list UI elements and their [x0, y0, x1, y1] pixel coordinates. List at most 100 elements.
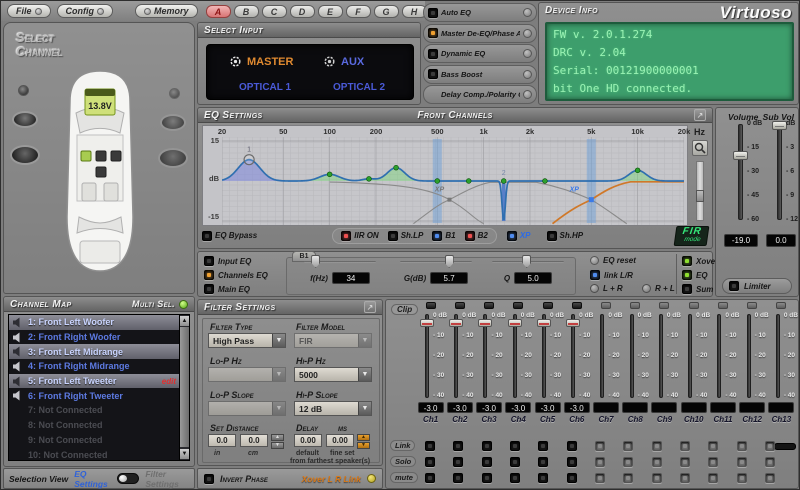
multi-sel-led[interactable]: [179, 300, 188, 309]
preset-button-d[interactable]: D: [290, 5, 315, 18]
scroll-down-icon[interactable]: ▼: [180, 449, 189, 459]
expand-icon[interactable]: ↗: [364, 301, 376, 313]
mute-checkbox-ch6[interactable]: [567, 473, 577, 483]
scrollbar-thumb[interactable]: [180, 327, 189, 447]
frequency-slider[interactable]: [304, 255, 376, 269]
show-sum-toggle[interactable]: Sum: [682, 284, 713, 294]
link-checkbox-ch1[interactable]: [425, 441, 435, 451]
select-arrow-icon[interactable]: ▼: [358, 402, 371, 415]
fader-value[interactable]: -3.0: [447, 402, 473, 413]
file-menu-button[interactable]: File: [7, 4, 51, 18]
q-slider-knob[interactable]: [522, 255, 531, 268]
fader-value[interactable]: [681, 402, 707, 413]
preset-button-c[interactable]: C: [262, 5, 287, 18]
fader-track[interactable]: [688, 314, 692, 398]
fader-value[interactable]: -3.0: [564, 402, 590, 413]
preset-button-b[interactable]: B: [234, 5, 259, 18]
fader-track[interactable]: [425, 314, 429, 398]
channels-eq-checkbox[interactable]: [204, 270, 214, 280]
input-optical1-option[interactable]: OPTICAL 1: [239, 82, 291, 93]
toggle-checkbox[interactable]: [432, 231, 442, 241]
processing-checkbox[interactable]: [428, 8, 438, 18]
distance-stepper[interactable]: ▲▼: [271, 434, 284, 447]
sub-vol-slider[interactable]: [777, 124, 782, 220]
fader-track[interactable]: [776, 314, 780, 398]
mute-checkbox-ch2[interactable]: [453, 473, 463, 483]
fader-value[interactable]: [622, 402, 648, 413]
link-checkbox-ch8[interactable]: [623, 441, 633, 451]
fader-value[interactable]: -3.0: [535, 402, 561, 413]
fader-value[interactable]: [593, 402, 619, 413]
tweeter-right-icon[interactable]: [169, 88, 180, 99]
processing-checkbox[interactable]: [428, 69, 438, 79]
filter-model-select[interactable]: FIR▼: [294, 333, 372, 348]
select-arrow-icon[interactable]: ▼: [358, 368, 371, 381]
show-sum-checkbox[interactable]: [682, 284, 692, 294]
input-eq-checkbox[interactable]: [204, 256, 214, 266]
processing-item[interactable]: Delay Comp./Polarity Check: [423, 85, 537, 104]
processing-item[interactable]: Dynamic EQ: [423, 44, 537, 63]
input-eq-toggle[interactable]: Input EQ: [204, 256, 251, 266]
distance-in-input[interactable]: 0.0: [208, 434, 236, 447]
q-slider[interactable]: [492, 255, 564, 269]
limiter-button[interactable]: Limiter: [722, 278, 792, 294]
tweeter-left-icon[interactable]: [18, 85, 29, 96]
channel-map-row[interactable]: 1: Front Left Woofer: [9, 315, 179, 330]
mute-checkbox-ch12[interactable]: [737, 473, 747, 483]
link-lr-toggle[interactable]: link L/R: [590, 270, 633, 280]
selection-view-eq-settings[interactable]: EQ Settings: [74, 469, 111, 489]
fader-track[interactable]: [542, 314, 546, 398]
link-checkbox-ch7[interactable]: [595, 441, 605, 451]
lr-radio[interactable]: L + R: [590, 284, 623, 293]
sub-vol-value[interactable]: 0.0: [766, 234, 796, 247]
delay-stepper[interactable]: ▲▼: [357, 434, 370, 447]
toggle-checkbox[interactable]: [388, 231, 398, 241]
magnifier-icon[interactable]: [692, 140, 708, 156]
fader-value[interactable]: -3.0: [505, 402, 531, 413]
solo-checkbox-ch8[interactable]: [623, 457, 633, 467]
fader-handle[interactable]: [449, 319, 463, 327]
graph-zoom-thumb[interactable]: [696, 190, 704, 202]
eq-filter-toggle-sh-hp[interactable]: Sh.HP: [547, 231, 584, 241]
solo-checkbox-ch3[interactable]: [482, 457, 492, 467]
lr-radio-button[interactable]: [590, 284, 599, 293]
channel-map-row[interactable]: 7: Not Connected: [9, 403, 179, 418]
processing-item[interactable]: Master De-EQ/Phase Align.: [423, 24, 537, 43]
selection-view-filter-settings[interactable]: Filter Settings: [145, 469, 189, 489]
selection-view-toggle[interactable]: [117, 473, 139, 484]
channel-map-row[interactable]: 3: Front Left Midrange: [9, 344, 179, 359]
eq-graph[interactable]: 15 dB -15 20501002005001k2k5k10k20k XPXP…: [202, 125, 688, 226]
solo-checkbox-ch13[interactable]: [765, 457, 775, 467]
car-top-view[interactable]: 13.8V: [50, 67, 150, 293]
solo-checkbox-ch10[interactable]: [680, 457, 690, 467]
preset-button-e[interactable]: E: [318, 5, 343, 18]
channel-map-row[interactable]: 2: Front Right Woofer: [9, 330, 179, 345]
fader-value[interactable]: [739, 402, 765, 413]
channel-map-row[interactable]: 9: Not Connected: [9, 433, 179, 448]
eq-filter-toggle-iir-on[interactable]: IIR ON: [341, 231, 378, 241]
mute-checkbox-ch5[interactable]: [538, 473, 548, 483]
fader-handle[interactable]: [478, 319, 492, 327]
graph-zoom-slider[interactable]: [696, 161, 704, 221]
fader-handle[interactable]: [508, 319, 522, 327]
eq-filter-toggle-sh-lp[interactable]: Sh.LP: [388, 231, 424, 241]
channel-map-row[interactable]: 10: Not Connected: [9, 447, 179, 461]
eq-filter-toggle-xp[interactable]: XP: [507, 231, 531, 241]
fader-track[interactable]: [483, 314, 487, 398]
main-eq-toggle[interactable]: Main EQ: [204, 284, 250, 294]
eq-reset-led[interactable]: [590, 256, 599, 265]
channel-map-row[interactable]: 5: Front Left Tweeteredit: [9, 374, 179, 389]
fader-handle[interactable]: [420, 319, 434, 327]
woofer-right-icon[interactable]: [158, 148, 188, 168]
fader-handle[interactable]: [566, 319, 580, 327]
fader-value[interactable]: -3.0: [476, 402, 502, 413]
link-checkbox-ch5[interactable]: [538, 441, 548, 451]
scroll-up-icon[interactable]: ▲: [180, 316, 189, 326]
mute-checkbox-ch3[interactable]: [482, 473, 492, 483]
q-value[interactable]: 5.0: [514, 272, 552, 284]
fader-track[interactable]: [717, 314, 721, 398]
frequency-value[interactable]: 34: [332, 272, 370, 284]
link-checkbox-ch4[interactable]: [510, 441, 520, 451]
channel-map-row[interactable]: 6: Front Right Tweeter: [9, 388, 179, 403]
eq-reset-button[interactable]: EQ reset: [590, 256, 636, 265]
